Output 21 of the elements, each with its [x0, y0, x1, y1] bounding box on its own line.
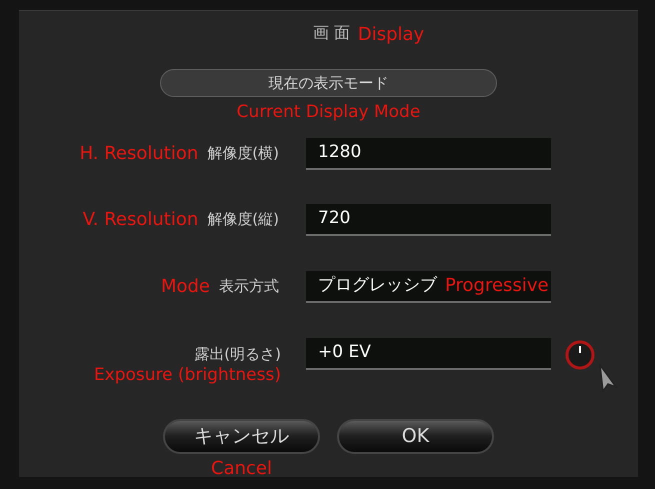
dialog-button[interactable]: OK	[337, 418, 494, 454]
display-mode-button[interactable]: 現在の表示モード	[160, 69, 497, 97]
input-field[interactable]: プログレッシブ Progressive	[306, 270, 551, 302]
field-annotation: Mode	[160, 275, 210, 299]
title-annotation: Display	[358, 23, 424, 47]
field-annotation: H. Resolution	[80, 142, 198, 166]
button-annotation: Cancel	[211, 456, 272, 480]
input-field[interactable]: 720	[306, 204, 551, 236]
exposure-label: 露出(明るさ)	[194, 344, 281, 364]
field-label: 表示方式	[219, 276, 279, 298]
field-label: 解像度(縦)	[207, 209, 279, 230]
input-field[interactable]: 1280	[306, 138, 551, 170]
button-annotation: Current Display Mode	[236, 101, 420, 124]
field-label: 解像度(横)	[207, 143, 279, 164]
dialog-title: 画 面	[312, 22, 350, 44]
exposure-annotation: Exposure (brightness)	[94, 365, 281, 385]
value-annotation: Progressive	[445, 274, 549, 298]
field-annotation: V. Resolution	[82, 208, 198, 232]
dialog-button[interactable]: キャンセル	[163, 418, 320, 454]
exposure-field[interactable]: +0 EV	[306, 338, 551, 370]
knob-icon[interactable]	[565, 340, 595, 370]
